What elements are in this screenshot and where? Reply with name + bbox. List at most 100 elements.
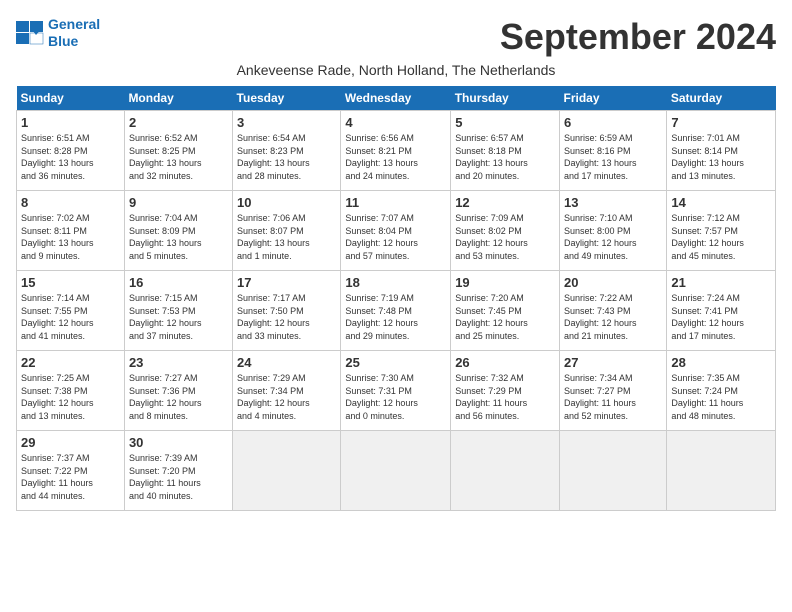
week-row-5: 29 Sunrise: 7:37 AMSunset: 7:22 PMDayligh… (17, 431, 776, 511)
day-number: 28 (671, 355, 771, 370)
logo-icon (16, 21, 44, 45)
week-row-2: 8 Sunrise: 7:02 AMSunset: 8:11 PMDaylight… (17, 191, 776, 271)
day-detail: Sunrise: 6:57 AMSunset: 8:18 PMDaylight:… (455, 132, 555, 182)
day-detail: Sunrise: 7:19 AMSunset: 7:48 PMDaylight:… (345, 292, 446, 342)
calendar-cell: 2 Sunrise: 6:52 AMSunset: 8:25 PMDaylight… (124, 111, 232, 191)
day-number: 12 (455, 195, 555, 210)
calendar-cell: 23 Sunrise: 7:27 AMSunset: 7:36 PMDayligh… (124, 351, 232, 431)
day-detail: Sunrise: 7:24 AMSunset: 7:41 PMDaylight:… (671, 292, 771, 342)
month-title: September 2024 (500, 16, 776, 58)
day-detail: Sunrise: 7:20 AMSunset: 7:45 PMDaylight:… (455, 292, 555, 342)
week-row-4: 22 Sunrise: 7:25 AMSunset: 7:38 PMDayligh… (17, 351, 776, 431)
day-detail: Sunrise: 6:52 AMSunset: 8:25 PMDaylight:… (129, 132, 228, 182)
calendar-cell: 18 Sunrise: 7:19 AMSunset: 7:48 PMDayligh… (341, 271, 451, 351)
calendar-cell: 22 Sunrise: 7:25 AMSunset: 7:38 PMDayligh… (17, 351, 125, 431)
calendar-cell (667, 431, 776, 511)
day-detail: Sunrise: 7:30 AMSunset: 7:31 PMDaylight:… (345, 372, 446, 422)
day-number: 16 (129, 275, 228, 290)
day-detail: Sunrise: 7:17 AMSunset: 7:50 PMDaylight:… (237, 292, 336, 342)
calendar-cell: 24Sunrise: 7:29 AMSunset: 7:34 PMDayligh… (233, 351, 341, 431)
logo-name-line2: Blue (48, 33, 78, 49)
day-number: 26 (455, 355, 555, 370)
day-detail: Sunrise: 7:01 AMSunset: 8:14 PMDaylight:… (671, 132, 771, 182)
calendar-cell: 12 Sunrise: 7:09 AMSunset: 8:02 PMDayligh… (451, 191, 560, 271)
day-detail: Sunrise: 7:14 AMSunset: 7:55 PMDaylight:… (21, 292, 120, 342)
day-detail: Sunrise: 6:59 AMSunset: 8:16 PMDaylight:… (564, 132, 662, 182)
day-detail: Sunrise: 6:56 AMSunset: 8:21 PMDaylight:… (345, 132, 446, 182)
calendar-cell: 28Sunrise: 7:35 AMSunset: 7:24 PMDayligh… (667, 351, 776, 431)
calendar-cell: 20 Sunrise: 7:22 AMSunset: 7:43 PMDayligh… (560, 271, 667, 351)
day-detail: Sunrise: 7:10 AMSunset: 8:00 PMDaylight:… (564, 212, 662, 262)
calendar-table: SundayMondayTuesdayWednesdayThursdayFrid… (16, 86, 776, 511)
logo-name-line1: General (48, 16, 100, 32)
day-number: 1 (21, 115, 120, 130)
day-detail: Sunrise: 7:27 AMSunset: 7:36 PMDaylight:… (129, 372, 228, 422)
calendar-cell: 8 Sunrise: 7:02 AMSunset: 8:11 PMDaylight… (17, 191, 125, 271)
calendar-cell: 4 Sunrise: 6:56 AMSunset: 8:21 PMDaylight… (341, 111, 451, 191)
day-detail: Sunrise: 6:51 AMSunset: 8:28 PMDaylight:… (21, 132, 120, 182)
day-detail: Sunrise: 7:25 AMSunset: 7:38 PMDaylight:… (21, 372, 120, 422)
day-number: 9 (129, 195, 228, 210)
calendar-cell: 27 Sunrise: 7:34 AMSunset: 7:27 PMDayligh… (560, 351, 667, 431)
day-number: 13 (564, 195, 662, 210)
calendar-cell: 26 Sunrise: 7:32 AMSunset: 7:29 PMDayligh… (451, 351, 560, 431)
day-detail: Sunrise: 7:07 AMSunset: 8:04 PMDaylight:… (345, 212, 446, 262)
day-detail: Sunrise: 7:22 AMSunset: 7:43 PMDaylight:… (564, 292, 662, 342)
calendar-cell: 1 Sunrise: 6:51 AMSunset: 8:28 PMDaylight… (17, 111, 125, 191)
day-number: 10 (237, 195, 336, 210)
day-detail: Sunrise: 7:12 AMSunset: 7:57 PMDaylight:… (671, 212, 771, 262)
day-number: 27 (564, 355, 662, 370)
day-number: 29 (21, 435, 120, 450)
col-header-sunday: Sunday (17, 86, 125, 111)
day-detail: Sunrise: 7:15 AMSunset: 7:53 PMDaylight:… (129, 292, 228, 342)
calendar-cell: 11 Sunrise: 7:07 AMSunset: 8:04 PMDayligh… (341, 191, 451, 271)
day-number: 8 (21, 195, 120, 210)
calendar-cell: 10Sunrise: 7:06 AMSunset: 8:07 PMDayligh… (233, 191, 341, 271)
day-number: 21 (671, 275, 771, 290)
day-number: 6 (564, 115, 662, 130)
day-number: 7 (671, 115, 771, 130)
day-number: 20 (564, 275, 662, 290)
calendar-cell: 29 Sunrise: 7:37 AMSunset: 7:22 PMDayligh… (17, 431, 125, 511)
day-detail: Sunrise: 7:37 AMSunset: 7:22 PMDaylight:… (21, 452, 120, 502)
day-number: 25 (345, 355, 446, 370)
calendar-cell: 30Sunrise: 7:39 AMSunset: 7:20 PMDayligh… (124, 431, 232, 511)
subtitle: Ankeveense Rade, North Holland, The Neth… (16, 62, 776, 78)
day-number: 17 (237, 275, 336, 290)
calendar-cell: 19 Sunrise: 7:20 AMSunset: 7:45 PMDayligh… (451, 271, 560, 351)
calendar-cell (451, 431, 560, 511)
col-header-wednesday: Wednesday (341, 86, 451, 111)
day-number: 4 (345, 115, 446, 130)
day-number: 22 (21, 355, 120, 370)
col-header-thursday: Thursday (451, 86, 560, 111)
day-number: 19 (455, 275, 555, 290)
col-header-monday: Monday (124, 86, 232, 111)
day-detail: Sunrise: 7:02 AMSunset: 8:11 PMDaylight:… (21, 212, 120, 262)
day-number: 5 (455, 115, 555, 130)
day-detail: Sunrise: 7:09 AMSunset: 8:02 PMDaylight:… (455, 212, 555, 262)
day-detail: Sunrise: 7:29 AMSunset: 7:34 PMDaylight:… (237, 372, 336, 422)
day-number: 2 (129, 115, 228, 130)
day-number: 23 (129, 355, 228, 370)
calendar-cell: 7 Sunrise: 7:01 AMSunset: 8:14 PMDaylight… (667, 111, 776, 191)
day-number: 15 (21, 275, 120, 290)
day-number: 3 (237, 115, 336, 130)
col-header-friday: Friday (560, 86, 667, 111)
calendar-cell: 15 Sunrise: 7:14 AMSunset: 7:55 PMDayligh… (17, 271, 125, 351)
day-number: 14 (671, 195, 771, 210)
calendar-cell: 16 Sunrise: 7:15 AMSunset: 7:53 PMDayligh… (124, 271, 232, 351)
day-number: 18 (345, 275, 446, 290)
calendar-cell: 6 Sunrise: 6:59 AMSunset: 8:16 PMDaylight… (560, 111, 667, 191)
week-row-3: 15 Sunrise: 7:14 AMSunset: 7:55 PMDayligh… (17, 271, 776, 351)
calendar-cell: 13 Sunrise: 7:10 AMSunset: 8:00 PMDayligh… (560, 191, 667, 271)
calendar-cell: 21 Sunrise: 7:24 AMSunset: 7:41 PMDayligh… (667, 271, 776, 351)
day-detail: Sunrise: 7:04 AMSunset: 8:09 PMDaylight:… (129, 212, 228, 262)
calendar-cell: 25 Sunrise: 7:30 AMSunset: 7:31 PMDayligh… (341, 351, 451, 431)
calendar-cell: 14 Sunrise: 7:12 AMSunset: 7:57 PMDayligh… (667, 191, 776, 271)
calendar-cell: 5 Sunrise: 6:57 AMSunset: 8:18 PMDaylight… (451, 111, 560, 191)
day-detail: Sunrise: 7:34 AMSunset: 7:27 PMDaylight:… (564, 372, 662, 422)
calendar-cell: 3Sunrise: 6:54 AMSunset: 8:23 PMDaylight… (233, 111, 341, 191)
day-detail: Sunrise: 7:39 AMSunset: 7:20 PMDaylight:… (129, 452, 228, 502)
day-detail: Sunrise: 7:32 AMSunset: 7:29 PMDaylight:… (455, 372, 555, 422)
day-number: 11 (345, 195, 446, 210)
